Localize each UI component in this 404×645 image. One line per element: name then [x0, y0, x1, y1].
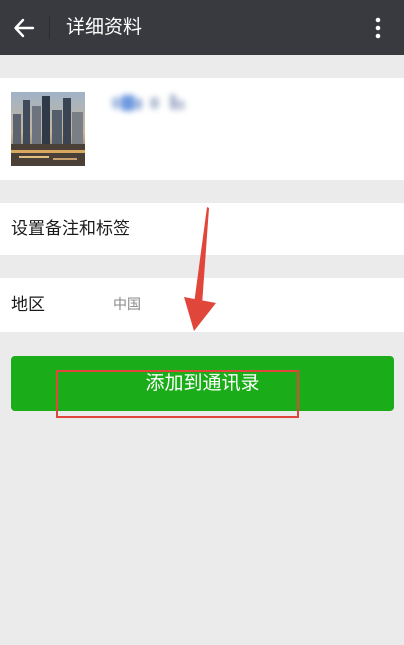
- more-button[interactable]: [360, 0, 396, 55]
- arrow-left-icon: [14, 18, 35, 37]
- remark-label: 设置备注和标签: [11, 219, 130, 239]
- top-bar: 详细资料: [0, 0, 404, 55]
- profile-card: [0, 78, 404, 180]
- back-button[interactable]: [0, 0, 48, 55]
- header-divider: [49, 16, 50, 39]
- blurred-nickname: [112, 94, 188, 114]
- annotation-highlight-box: [56, 370, 299, 418]
- region-label: 地区: [11, 295, 45, 315]
- annotation-arrow-icon: [184, 207, 216, 331]
- page-title: 详细资料: [66, 16, 143, 38]
- avatar[interactable]: [11, 92, 85, 166]
- more-vertical-icon: [375, 17, 381, 38]
- region-value: 中国: [113, 297, 141, 313]
